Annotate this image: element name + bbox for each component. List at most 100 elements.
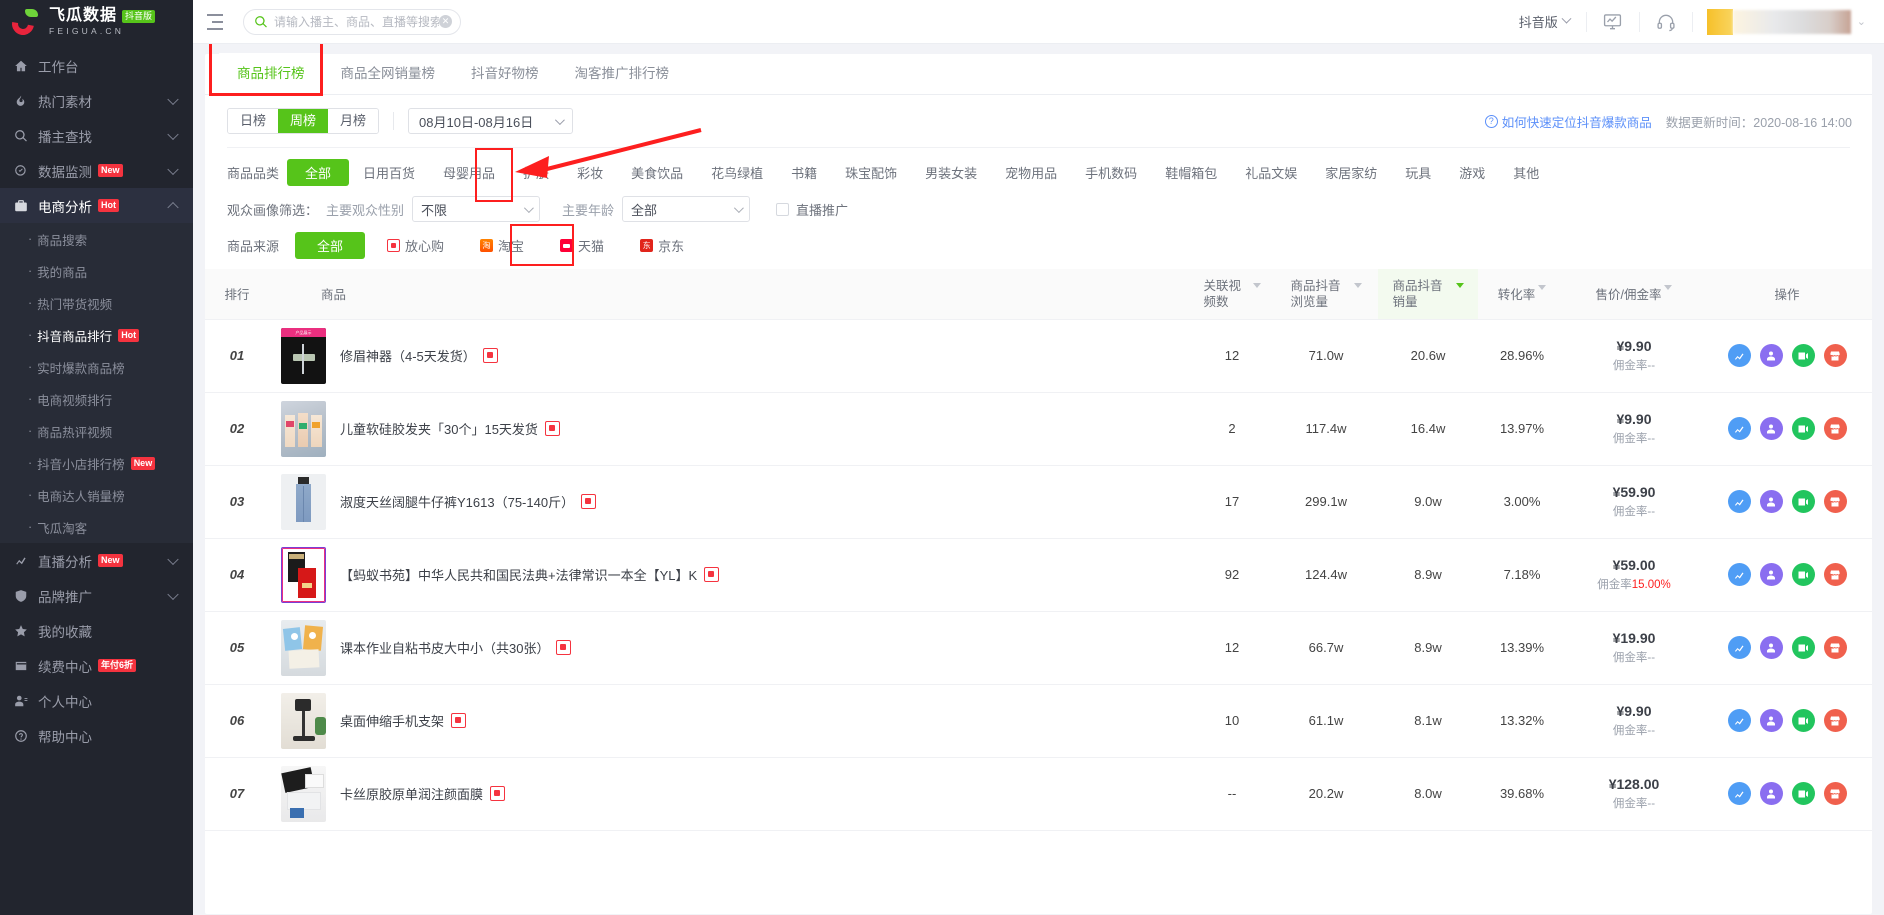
period-monthly[interactable]: 月榜 [328,109,379,133]
source-tmall[interactable]: 天猫 [546,232,618,259]
product-thumbnail[interactable] [281,692,326,749]
shop-icon[interactable] [1823,417,1847,440]
product-name-wrap[interactable]: 修眉神器（4-5天发货） [340,346,498,365]
influencer-icon[interactable] [1759,417,1783,440]
category-skincare[interactable]: 护肤 [509,159,563,186]
table-row[interactable]: 03 淑度天丝阔腿牛仔裤Y1613（75-140斤） 17 299.1w 9.0… [205,465,1872,539]
logo[interactable]: 飞瓜数据 抖音版 FEIGUA.CN [0,0,193,44]
fangxingou-icon[interactable] [451,713,467,728]
shop-icon[interactable] [1823,709,1847,732]
user-menu[interactable]: ⌄ [1706,8,1866,35]
category-shoes-bags[interactable]: 鞋帽箱包 [1151,159,1231,186]
category-gifts-entertainment[interactable]: 礼品文娱 [1231,159,1311,186]
col-sales[interactable]: 商品抖音销量 [1378,269,1478,320]
checkbox-box[interactable] [776,202,790,216]
sidebar-item-douyin-shop-rank[interactable]: 抖音小店排行榜 New [0,447,193,479]
sidebar-item-live-analysis[interactable]: 直播分析 New [0,543,193,578]
live-promo-checkbox[interactable]: 直播推广 [776,200,848,219]
col-views[interactable]: 商品抖音浏览量 [1274,269,1378,320]
table-row[interactable]: 02 儿童软硅胶发夹「30个」15天发货 2 117.4w 16.4w 13.9… [205,392,1872,466]
version-select[interactable]: 抖音版 [1519,12,1586,31]
col-videos[interactable]: 关联视频数 [1190,269,1274,320]
trend-chart-icon[interactable] [1727,490,1751,513]
category-clothing[interactable]: 男装女装 [911,159,991,186]
table-row[interactable]: 05 课本作业自粘书皮大中小（共30张） 12 66.7w 8.9w 13.39… [205,611,1872,685]
video-icon[interactable] [1791,782,1815,805]
influencer-icon[interactable] [1759,490,1783,513]
sidebar-item-renewal-center[interactable]: 续费中心 年付6折 [0,648,193,683]
category-games[interactable]: 游戏 [1445,159,1499,186]
col-conversion[interactable]: 转化率 [1478,269,1566,320]
sort-caret-icon[interactable] [1353,282,1362,288]
sidebar-item-personal-center[interactable]: 个人中心 [0,683,193,718]
product-name-wrap[interactable]: 卡丝原胶原单润注颜面膜 [340,784,506,803]
shop-icon[interactable] [1823,563,1847,586]
sidebar-item-product-hot-comments[interactable]: 商品热评视频 [0,415,193,447]
product-name-wrap[interactable]: 桌面伸缩手机支架 [340,711,467,730]
trend-chart-icon[interactable] [1727,563,1751,586]
category-toys[interactable]: 玩具 [1391,159,1445,186]
age-select[interactable]: 全部 [622,196,751,222]
sidebar-item-hot-material[interactable]: 热门素材 [0,83,193,118]
sidebar-item-workbench[interactable]: 工作台 [0,48,193,83]
period-weekly[interactable]: 周榜 [278,109,329,133]
shop-icon[interactable] [1823,344,1847,367]
tab-product-rank[interactable]: 商品排行榜 [219,53,323,94]
category-baby-goods[interactable]: 母婴用品 [429,159,509,186]
tab-taoke-promo-rank[interactable]: 淘客推广排行榜 [557,53,688,94]
sidebar-item-find-host[interactable]: 播主查找 [0,118,193,153]
product-thumbnail[interactable] [281,619,326,676]
fangxingou-icon[interactable] [704,567,720,582]
col-price[interactable]: 售价/佣金率 [1566,269,1702,320]
category-jewelry[interactable]: 珠宝配饰 [831,159,911,186]
shop-icon[interactable] [1823,636,1847,659]
headset-icon[interactable] [1640,12,1692,32]
source-taobao[interactable]: 淘 淘宝 [466,232,538,259]
sidebar-item-douyin-product-rank[interactable]: 抖音商品排行 Hot [0,319,193,351]
sidebar-item-product-search[interactable]: 商品搜索 [0,223,193,255]
sidebar-item-help-center[interactable]: 帮助中心 [0,718,193,753]
category-home-textile[interactable]: 家居家纺 [1311,159,1391,186]
sidebar-item-data-monitor[interactable]: 数据监测 New [0,153,193,188]
category-plants[interactable]: 花鸟绿植 [697,159,777,186]
product-name-wrap[interactable]: 儿童软硅胶发夹「30个」15天发货 [340,419,560,438]
sidebar-item-my-favorites[interactable]: 我的收藏 [0,613,193,648]
period-daily[interactable]: 日榜 [228,109,279,133]
table-row[interactable]: 04 【蚂蚁书苑】中华人民共和国民法典+法律常识一本全【YL】K 92 124.… [205,538,1872,612]
table-row[interactable]: 07 卡丝原胶原单润注颜面膜 -- 20.2w 8.0w 39.68% ¥128… [205,757,1872,831]
tab-global-sales-rank[interactable]: 商品全网销量榜 [323,53,454,94]
sort-caret-icon[interactable] [1455,282,1464,288]
help-link[interactable]: ? 如何快速定位抖音爆款商品 [1484,112,1652,131]
video-icon[interactable] [1791,417,1815,440]
product-name-wrap[interactable]: 【蚂蚁书苑】中华人民共和国民法典+法律常识一本全【YL】K [340,565,720,584]
search-input[interactable] [274,14,439,29]
clear-icon[interactable]: ✕ [439,15,452,28]
category-food-drink[interactable]: 美食饮品 [617,159,697,186]
influencer-icon[interactable] [1759,563,1783,586]
product-thumbnail[interactable] [281,546,326,603]
sidebar-item-my-products[interactable]: 我的商品 [0,255,193,287]
video-icon[interactable] [1791,344,1815,367]
product-thumbnail[interactable]: 产品展示 [281,327,326,384]
source-fangxingou[interactable]: 放心购 [373,232,458,259]
sort-caret-icon[interactable] [1252,282,1261,288]
influencer-icon[interactable] [1759,782,1783,805]
screen-chart-icon[interactable] [1587,12,1639,32]
sidebar-item-influencer-sales-rank[interactable]: 电商达人销量榜 [0,479,193,511]
date-range-picker[interactable]: 08月10日-08月16日 [408,108,574,134]
period-switch[interactable]: 日榜 周榜 月榜 [227,108,380,134]
product-thumbnail[interactable] [281,473,326,530]
trend-chart-icon[interactable] [1727,709,1751,732]
category-phone-digital[interactable]: 手机数码 [1071,159,1151,186]
category-pet-supplies[interactable]: 宠物用品 [991,159,1071,186]
product-name-wrap[interactable]: 课本作业自粘书皮大中小（共30张） [340,638,572,657]
product-thumbnail[interactable] [281,400,326,457]
sidebar-item-realtime-hot-products[interactable]: 实时爆款商品榜 [0,351,193,383]
trend-chart-icon[interactable] [1727,636,1751,659]
sort-caret-icon[interactable] [1538,285,1547,291]
table-row[interactable]: 06 桌面伸缩手机支架 10 61.1w 8.1w 13.32% ¥9.90 佣… [205,684,1872,758]
sidebar-item-feigua-taoke[interactable]: 飞瓜淘客 [0,511,193,543]
influencer-icon[interactable] [1759,709,1783,732]
table-row[interactable]: 01 产品展示 修眉神器（4-5天发货） 12 71.0w 20.6w 28.9… [205,319,1872,393]
shop-icon[interactable] [1823,782,1847,805]
